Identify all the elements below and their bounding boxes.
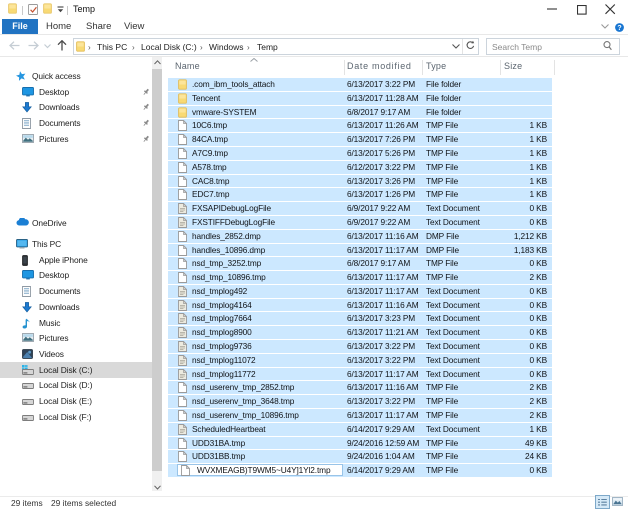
svg-text:?: ? [617, 25, 621, 32]
